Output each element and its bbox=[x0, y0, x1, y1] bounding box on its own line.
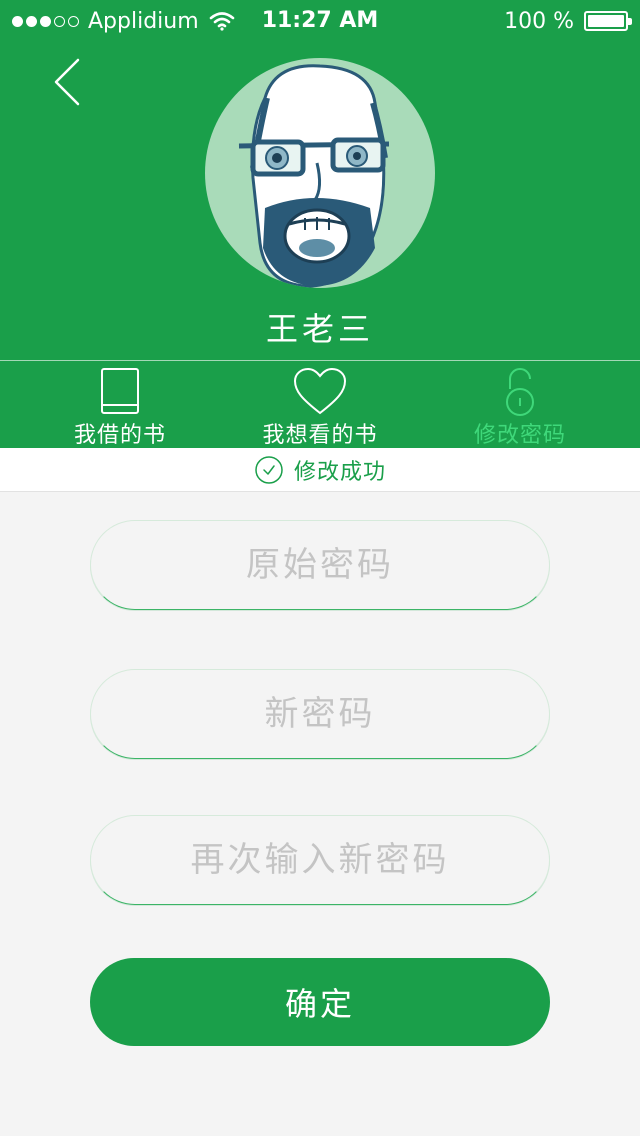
success-banner: 修改成功 bbox=[0, 448, 640, 492]
status-right: 100 % bbox=[504, 6, 632, 36]
back-button[interactable] bbox=[44, 52, 94, 112]
confirm-button[interactable]: 确定 bbox=[90, 958, 550, 1046]
book-icon bbox=[101, 368, 139, 414]
tab-wishlist-books[interactable]: 我想看的书 bbox=[230, 361, 410, 449]
new-password-field[interactable] bbox=[90, 669, 550, 759]
tab-borrowed-books[interactable]: 我借的书 bbox=[40, 361, 200, 449]
old-password-field[interactable] bbox=[90, 520, 550, 610]
lock-icon bbox=[506, 368, 534, 416]
tab-label: 修改密码 bbox=[473, 423, 566, 448]
chevron-left-icon bbox=[54, 58, 80, 106]
tab-change-password[interactable]: 修改密码 bbox=[440, 361, 600, 449]
profile-header: Applidium 11:27 AM 100 % 王老三 bbox=[0, 0, 640, 360]
status-bar: Applidium 11:27 AM 100 % bbox=[0, 0, 640, 40]
battery-icon bbox=[584, 11, 632, 31]
avatar-illustration bbox=[238, 64, 390, 288]
old-password-input[interactable] bbox=[91, 521, 549, 609]
tab-label: 我想看的书 bbox=[262, 423, 378, 448]
tab-label: 我借的书 bbox=[73, 423, 166, 448]
repeat-password-field[interactable] bbox=[90, 815, 550, 905]
battery-percentage: 100 % bbox=[504, 8, 574, 34]
check-circle-icon bbox=[255, 455, 283, 484]
new-password-input[interactable] bbox=[91, 670, 549, 758]
heart-icon bbox=[293, 367, 347, 415]
tab-bar: 我借的书 我想看的书 修改密码 bbox=[0, 360, 640, 448]
success-message: 修改成功 bbox=[293, 459, 386, 485]
username: 王老三 bbox=[265, 310, 374, 348]
avatar[interactable] bbox=[205, 58, 435, 288]
repeat-password-input[interactable] bbox=[91, 816, 549, 904]
